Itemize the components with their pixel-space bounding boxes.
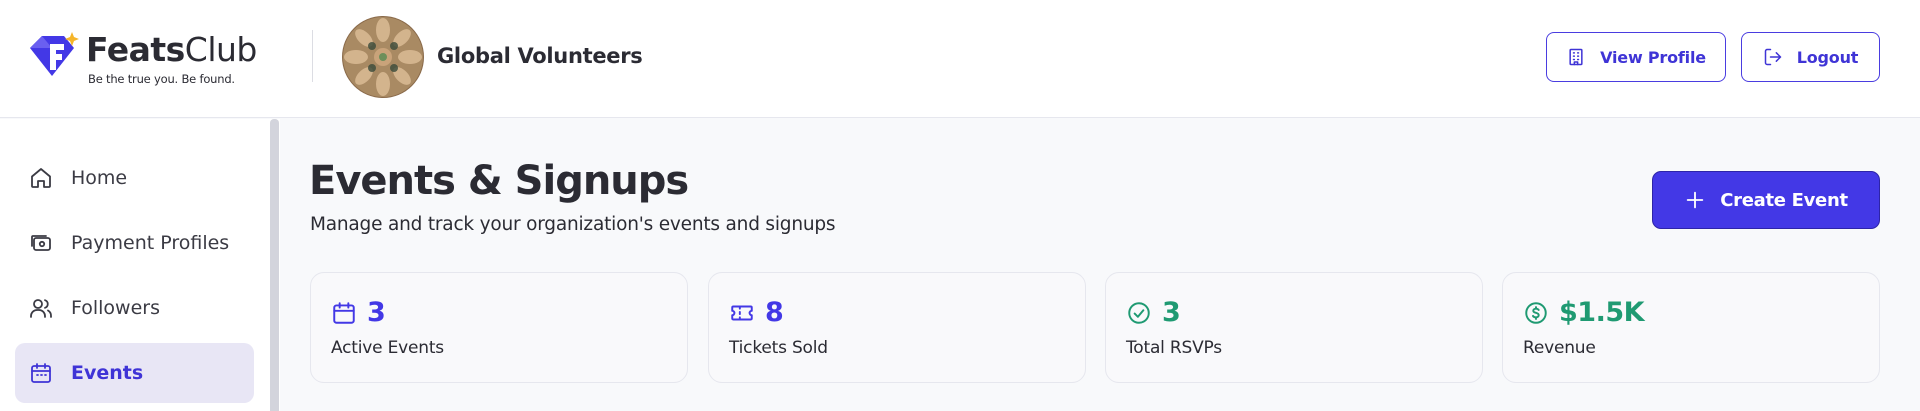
stat-value: 8 (765, 297, 784, 328)
sidebar-item-label: Followers (71, 297, 160, 319)
brand-tagline: Be the true you. Be found. (88, 72, 235, 86)
sidebar-item-payment-profiles[interactable]: Payment Profiles (15, 213, 254, 273)
calendar-icon (333, 301, 355, 324)
view-profile-button[interactable]: View Profile (1546, 32, 1726, 82)
calendar-icon (31, 363, 51, 383)
organization-name: Global Volunteers (437, 44, 643, 68)
featsclub-logo-mark-icon (30, 32, 79, 76)
sidebar: Home Payment Profiles Followers Events (0, 119, 280, 411)
stat-label: Tickets Sold (729, 338, 828, 358)
logout-icon (1764, 48, 1781, 66)
building-icon (1569, 48, 1583, 66)
logout-button[interactable]: Logout (1741, 32, 1880, 82)
wallet-icon (31, 235, 51, 251)
stat-value: 3 (367, 297, 386, 328)
sidebar-item-label: Home (71, 167, 128, 189)
stat-value: $1.5K (1559, 297, 1645, 328)
plus-icon (1686, 191, 1704, 209)
sidebar-scrollbar[interactable] (270, 119, 279, 411)
sidebar-item-followers[interactable]: Followers (15, 278, 254, 338)
organization-avatar (342, 16, 424, 98)
sidebar-item-events[interactable]: Events (15, 343, 254, 403)
featsclub-logo[interactable]: FeatsClub Be the true you. Be found. (28, 26, 283, 90)
check-circle-icon (1128, 301, 1150, 324)
page-title: Events & Signups (309, 158, 689, 204)
stat-card-total-rsvps: 3 Total RSVPs (1105, 272, 1483, 383)
dollar-circle-icon (1525, 301, 1547, 324)
logout-label: Logout (1796, 47, 1859, 67)
top-header: FeatsClub Be the true you. Be found. Glo… (0, 0, 1920, 118)
page-subtitle: Manage and track your organization's eve… (310, 214, 836, 235)
sidebar-item-label: Payment Profiles (71, 232, 230, 254)
ticket-icon (731, 305, 753, 320)
stat-card-tickets-sold: 8 Tickets Sold (708, 272, 1086, 383)
sidebar-item-home[interactable]: Home (15, 148, 254, 208)
view-profile-label: View Profile (1600, 47, 1706, 67)
create-event-button[interactable]: Create Event (1652, 171, 1880, 229)
stat-value: 3 (1162, 297, 1181, 328)
create-event-label: Create Event (1720, 189, 1848, 211)
stat-card-active-events: 3 Active Events (310, 272, 688, 383)
sidebar-item-label: Events (71, 362, 144, 384)
stat-label: Total RSVPs (1126, 338, 1222, 358)
users-icon (30, 299, 52, 318)
brand-name: FeatsClub (86, 30, 257, 69)
stat-label: Active Events (331, 338, 444, 358)
stat-card-revenue: $1.5K Revenue (1502, 272, 1880, 383)
header-divider (312, 30, 313, 82)
stat-label: Revenue (1523, 338, 1596, 358)
home-icon (31, 168, 51, 188)
